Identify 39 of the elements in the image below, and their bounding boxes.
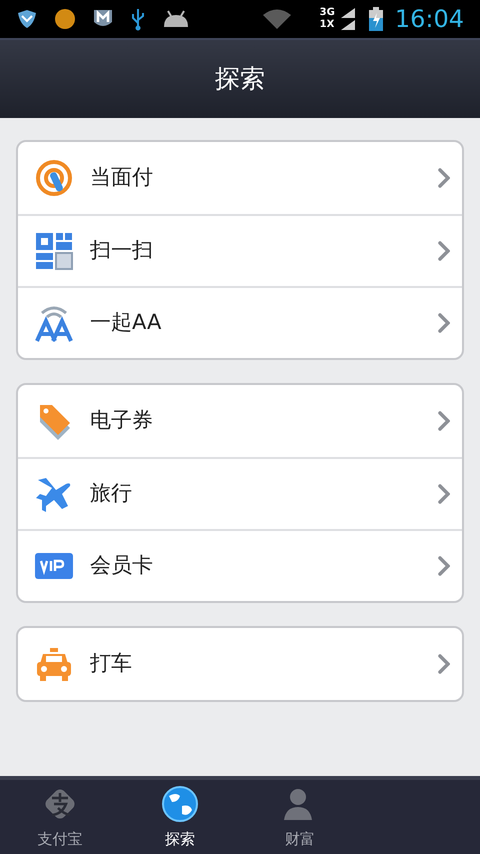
chevron-right-icon [438,241,450,261]
chevron-right-icon [438,654,450,674]
page-title: 探索 [215,63,265,96]
shield-icon [16,8,38,30]
signal-bars-icon [338,6,357,32]
network-label: 1X [320,19,335,31]
menu-item[interactable]: 旅行 [18,457,462,529]
chevron-right-icon [438,556,450,576]
chevron-right-icon [438,484,450,504]
menu-item[interactable]: 当面付 [18,142,462,214]
menu-item-label: 旅行 [90,480,133,508]
chevron-right-icon [438,313,450,333]
tab[interactable]: 支付宝 [0,780,120,854]
menu-item[interactable]: 会员卡 [18,529,462,601]
menu-item-label: 当面付 [90,164,154,192]
globe-icon [160,784,200,824]
menu-item-label: 电子券 [90,407,154,434]
circle-icon [54,8,76,30]
menu-item[interactable]: 一起AA [18,286,462,358]
chevron-right-icon [438,168,450,188]
menu-item-label: 一起AA [90,309,162,336]
battery-charging-icon [368,7,383,31]
menu-item-label: 扫一扫 [90,237,154,264]
tap-signal-icon [34,158,74,198]
usb-icon [130,7,146,31]
tab[interactable]: 财富 [240,780,360,854]
wifi-icon [262,8,292,30]
clock: 16:04 [394,4,464,35]
network-label: 3G [320,7,335,19]
tab[interactable]: 探索 [120,780,240,854]
menu-item-label: 打车 [90,650,133,678]
menu-item[interactable]: 扫一扫 [18,214,462,286]
chevron-right-icon [438,411,450,431]
menu-item[interactable]: 打车 [18,628,462,700]
menu-item-label: 会员卡 [90,552,154,580]
android-head-icon [162,9,190,29]
qr-code-icon [34,231,74,271]
menu-item[interactable]: 电子券 [18,385,462,457]
vip-card-icon [35,553,73,579]
